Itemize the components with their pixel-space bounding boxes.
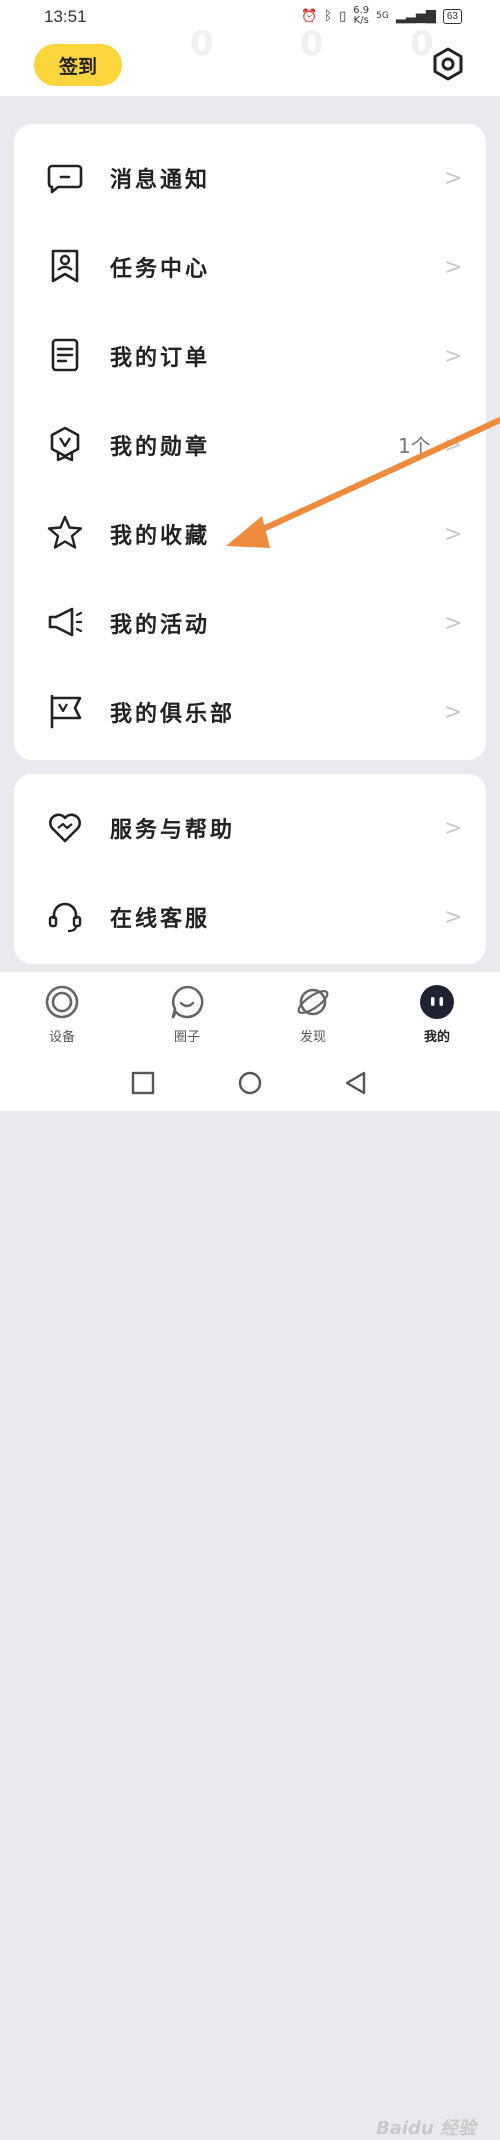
tab-label: 设备 bbox=[48, 1030, 75, 1045]
discover-planet-icon bbox=[297, 988, 329, 1016]
top-header: 13:51 ⏰ ᛒ ▯ 6.9 K/s 5G ▂▃▅▇ 63 0 0 0 签到 bbox=[0, 0, 500, 96]
chevron-right-icon: > bbox=[444, 905, 463, 930]
me-face-icon bbox=[420, 985, 454, 1019]
tab-label: 圈子 bbox=[173, 1030, 200, 1045]
club-flag-icon bbox=[50, 694, 82, 729]
watermark: Baidu 经验 bbox=[376, 2118, 477, 2139]
menu-row-clubs[interactable]: 我的俱乐部 > bbox=[14, 666, 486, 755]
menu-label: 消息通知 bbox=[110, 168, 211, 193]
faded-stats: 0 0 0 bbox=[160, 24, 460, 84]
settings-hexagon-icon[interactable] bbox=[430, 46, 466, 82]
network-speed: 6.9 K/s bbox=[353, 5, 370, 26]
menu-row-favorites[interactable]: 我的收藏 > bbox=[14, 488, 486, 577]
home-icon[interactable] bbox=[237, 1070, 263, 1096]
chevron-right-icon: > bbox=[444, 433, 463, 458]
menu-row-activities[interactable]: 我的活动 > bbox=[14, 577, 486, 666]
medal-icon bbox=[50, 426, 80, 462]
menu-label: 在线客服 bbox=[110, 907, 211, 932]
menu-row-messages[interactable]: 消息通知 > bbox=[14, 132, 486, 221]
menu-label: 我的活动 bbox=[110, 613, 211, 638]
chevron-right-icon: > bbox=[444, 255, 463, 280]
menu-label: 服务与帮助 bbox=[110, 818, 236, 843]
menu-label: 我的勋章 bbox=[110, 435, 211, 460]
menu-row-online-support[interactable]: 在线客服 > bbox=[14, 871, 486, 960]
main-menu-card: 消息通知 > 任务中心 > 我的订单 > 我的勋章 1个 > 我的收藏 > 我的… bbox=[14, 124, 486, 760]
menu-row-task-center[interactable]: 任务中心 > bbox=[14, 221, 486, 310]
bottom-nav: 设备 圈子 发现 我的 bbox=[0, 972, 500, 1054]
order-icon bbox=[51, 338, 79, 372]
tab-community[interactable]: 圈子 bbox=[152, 984, 222, 1054]
medal-count: 1个 bbox=[398, 434, 431, 458]
checkin-button[interactable]: 签到 bbox=[34, 44, 122, 86]
device-icon bbox=[45, 985, 79, 1019]
chevron-right-icon: > bbox=[444, 344, 463, 369]
faded-stat-value: 0 bbox=[300, 24, 324, 64]
star-icon bbox=[47, 515, 83, 549]
recent-apps-icon[interactable] bbox=[130, 1070, 156, 1096]
circle-community-icon bbox=[171, 985, 204, 1019]
alarm-icon: ⏰ bbox=[301, 8, 318, 24]
chevron-right-icon: > bbox=[444, 700, 463, 725]
signal-type: 5G bbox=[376, 10, 389, 21]
chevron-right-icon: > bbox=[444, 611, 463, 636]
support-menu-card: 服务与帮助 > 在线客服 > bbox=[14, 774, 486, 964]
headset-icon bbox=[48, 902, 82, 933]
chevron-right-icon: > bbox=[444, 816, 463, 841]
megaphone-icon bbox=[48, 607, 83, 637]
battery-indicator: 63 bbox=[442, 8, 462, 24]
bluetooth-icon: ᛒ bbox=[324, 8, 333, 24]
menu-label: 我的收藏 bbox=[110, 524, 211, 549]
chevron-right-icon: > bbox=[444, 166, 463, 191]
heart-help-icon bbox=[49, 813, 81, 843]
menu-label: 任务中心 bbox=[110, 257, 211, 282]
signal-bars-icon: ▂▃▅▇ bbox=[395, 8, 436, 24]
tab-device[interactable]: 设备 bbox=[27, 984, 97, 1054]
tab-discover[interactable]: 发现 bbox=[278, 984, 348, 1054]
faded-stat-value: 0 bbox=[190, 24, 214, 64]
tab-label: 我的 bbox=[423, 1030, 450, 1045]
menu-row-orders[interactable]: 我的订单 > bbox=[14, 310, 486, 399]
menu-label: 我的俱乐部 bbox=[110, 702, 236, 727]
status-icons: ⏰ ᛒ ▯ 6.9 K/s 5G ▂▃▅▇ 63 bbox=[301, 6, 462, 26]
chevron-right-icon: > bbox=[444, 522, 463, 547]
message-icon bbox=[47, 164, 83, 194]
status-time: 13:51 bbox=[44, 7, 87, 26]
system-nav-bar: Baidu 经验 bbox=[0, 1054, 500, 2139]
menu-row-service-help[interactable]: 服务与帮助 > bbox=[14, 782, 486, 871]
tab-label: 发现 bbox=[299, 1030, 326, 1045]
tab-me[interactable]: 我的 bbox=[402, 984, 472, 1054]
task-center-icon bbox=[51, 249, 79, 283]
menu-label: 我的订单 bbox=[110, 346, 211, 371]
back-icon[interactable] bbox=[343, 1070, 369, 1096]
vibrate-icon: ▯ bbox=[339, 8, 347, 24]
menu-row-medals[interactable]: 我的勋章 1个 > bbox=[14, 399, 486, 488]
